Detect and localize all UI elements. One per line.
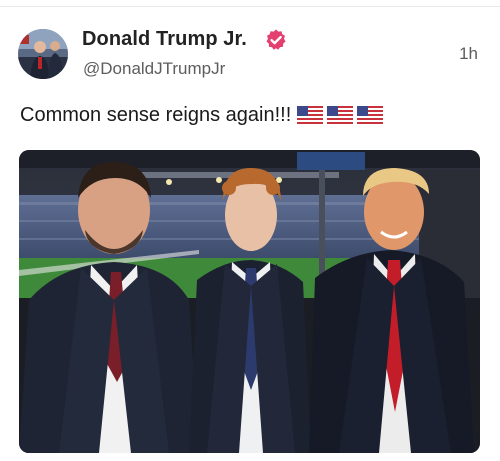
post-card[interactable]: Donald Trump Jr. @DonaldJTrumpJr 1h Comm… — [0, 0, 500, 461]
flag-emoji-group — [297, 106, 387, 130]
avatar-image — [18, 29, 68, 79]
us-flag-icon — [297, 106, 324, 124]
post-text-body: Common sense reigns again!!! — [20, 104, 292, 126]
post-photo[interactable] — [19, 150, 480, 453]
us-flag-icon — [327, 106, 354, 124]
author-avatar[interactable] — [18, 29, 68, 79]
verified-badge-icon — [266, 29, 286, 50]
author-handle[interactable]: @DonaldJTrumpJr — [83, 59, 225, 79]
us-flag-icon — [357, 106, 384, 124]
post-timestamp[interactable]: 1h — [459, 44, 478, 64]
author-display-name[interactable]: Donald Trump Jr. — [82, 28, 247, 51]
stadium-photo-illustration — [19, 150, 480, 453]
post-text: Common sense reigns again!!! — [20, 104, 387, 130]
